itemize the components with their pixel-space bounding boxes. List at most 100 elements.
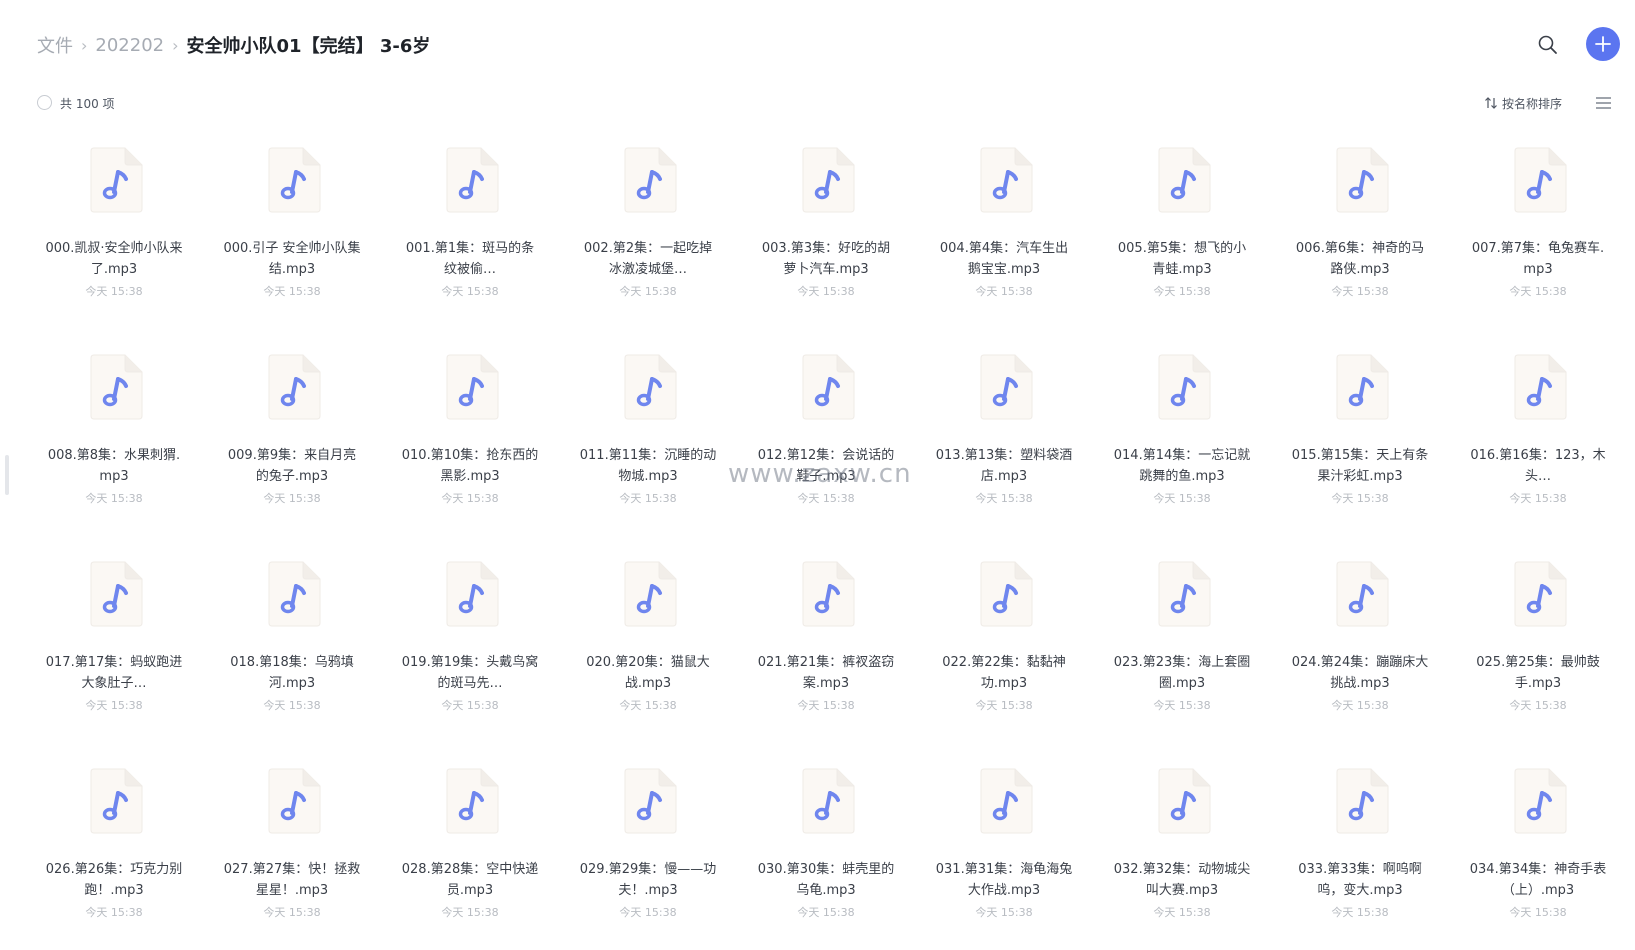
file-modified-time: 今天 15:38 xyxy=(441,906,499,919)
search-icon xyxy=(1538,35,1557,54)
file-item-23[interactable]: 022.第22集：黏黏神功.mp3 今天 15:38 xyxy=(915,549,1093,756)
music-note-icon xyxy=(1514,561,1567,627)
plus-icon xyxy=(1595,36,1611,52)
file-name: 033.第33集：啊呜啊呜，变大.mp3 xyxy=(1298,862,1422,898)
file-item-12[interactable]: 011.第11集：沉睡的动物城.mp3 今天 15:38 xyxy=(559,342,737,549)
file-name: 034.第34集：神奇手表（上）.mp3 xyxy=(1469,862,1607,898)
file-name: 021.第21集：裤衩盗窃案.mp3 xyxy=(757,655,895,691)
file-item-4[interactable]: 003.第3集：好吃的胡萝卜汽车.mp3 今天 15:38 xyxy=(737,135,915,342)
file-item-19[interactable]: 018.第18集：乌鸦填河.mp3 今天 15:38 xyxy=(203,549,381,756)
breadcrumb-item-files[interactable]: 文件 xyxy=(37,32,73,58)
file-item-22[interactable]: 021.第21集：裤衩盗窃案.mp3 今天 15:38 xyxy=(737,549,915,756)
file-name: 009.第9集：来自月亮的兔子.mp3 xyxy=(227,448,357,484)
sort-by-name-button[interactable]: 按名称排序 xyxy=(1484,93,1562,113)
music-note-icon xyxy=(1158,561,1211,627)
file-modified-time: 今天 15:38 xyxy=(1153,699,1211,712)
file-modified-time: 今天 15:38 xyxy=(263,285,321,298)
file-item-15[interactable]: 014.第14集：一忘记就跳舞的鱼.mp3 今天 15:38 xyxy=(1093,342,1271,549)
file-modified-time: 今天 15:38 xyxy=(263,492,321,505)
file-item-25[interactable]: 024.第24集：蹦蹦床大挑战.mp3 今天 15:38 xyxy=(1271,549,1449,756)
music-note-icon xyxy=(446,768,499,834)
file-name: 032.第32集：动物城尖叫大赛.mp3 xyxy=(1113,862,1251,898)
file-item-35[interactable]: 034.第34集：神奇手表（上）.mp3 今天 15:38 xyxy=(1449,756,1627,950)
file-item-24[interactable]: 023.第23集：海上套圈圈.mp3 今天 15:38 xyxy=(1093,549,1271,756)
file-name: 000.凯叔·安全帅小队来了.mp3 xyxy=(45,241,183,277)
file-item-5[interactable]: 004.第4集：汽车生出鹅宝宝.mp3 今天 15:38 xyxy=(915,135,1093,342)
file-item-31[interactable]: 030.第30集：蚌壳里的乌龟.mp3 今天 15:38 xyxy=(737,756,915,950)
music-note-icon xyxy=(802,768,855,834)
file-item-14[interactable]: 013.第13集：塑料袋酒店.mp3 今天 15:38 xyxy=(915,342,1093,549)
file-name: 018.第18集：乌鸦填河.mp3 xyxy=(230,655,354,691)
search-button[interactable] xyxy=(1535,32,1561,58)
file-item-34[interactable]: 033.第33集：啊呜啊呜，变大.mp3 今天 15:38 xyxy=(1271,756,1449,950)
file-name: 030.第30集：蚌壳里的乌龟.mp3 xyxy=(757,862,895,898)
file-item-7[interactable]: 006.第6集：神奇的马路侠.mp3 今天 15:38 xyxy=(1271,135,1449,342)
file-item-1[interactable]: 000.引子 安全帅小队集结.mp3 今天 15:38 xyxy=(203,135,381,342)
file-modified-time: 今天 15:38 xyxy=(85,699,143,712)
file-name: 011.第11集：沉睡的动物城.mp3 xyxy=(579,448,717,484)
file-item-13[interactable]: 012.第12集：会说话的鞋子.mp3 今天 15:38 xyxy=(737,342,915,549)
file-modified-time: 今天 15:38 xyxy=(1331,699,1389,712)
file-modified-time: 今天 15:38 xyxy=(441,285,499,298)
file-modified-time: 今天 15:38 xyxy=(1509,906,1567,919)
file-name: 003.第3集：好吃的胡萝卜汽车.mp3 xyxy=(761,241,891,277)
music-note-icon xyxy=(1336,768,1389,834)
file-modified-time: 今天 15:38 xyxy=(1509,699,1567,712)
file-item-0[interactable]: 000.凯叔·安全帅小队来了.mp3 今天 15:38 xyxy=(25,135,203,342)
item-count-label: 共 100 项 xyxy=(60,97,115,111)
file-name: 006.第6集：神奇的马路侠.mp3 xyxy=(1295,241,1425,277)
breadcrumb: 文件 › 202202 › 安全帅小队01【完结】 3-6岁 xyxy=(37,30,430,60)
file-name: 004.第4集：汽车生出鹅宝宝.mp3 xyxy=(939,241,1069,277)
file-item-9[interactable]: 008.第8集：水果刺猬.mp3 今天 15:38 xyxy=(25,342,203,549)
music-note-icon xyxy=(1514,768,1567,834)
file-name: 028.第28集：空中快递员.mp3 xyxy=(401,862,539,898)
file-name: 031.第31集：海龟海兔大作战.mp3 xyxy=(935,862,1073,898)
file-item-17[interactable]: 016.第16集：123，木头… 今天 15:38 xyxy=(1449,342,1627,549)
breadcrumb-item-folder[interactable]: 202202 xyxy=(95,35,164,56)
music-note-icon xyxy=(1336,561,1389,627)
file-item-18[interactable]: 017.第17集：蚂蚁跑进大象肚子… 今天 15:38 xyxy=(25,549,203,756)
file-item-20[interactable]: 019.第19集：头戴鸟窝的斑马先… 今天 15:38 xyxy=(381,549,559,756)
file-modified-time: 今天 15:38 xyxy=(1331,906,1389,919)
file-modified-time: 今天 15:38 xyxy=(975,285,1033,298)
file-item-28[interactable]: 027.第27集：快！拯救星星！.mp3 今天 15:38 xyxy=(203,756,381,950)
music-note-icon xyxy=(1158,768,1211,834)
file-item-30[interactable]: 029.第29集：慢——功夫！.mp3 今天 15:38 xyxy=(559,756,737,950)
file-item-32[interactable]: 031.第31集：海龟海兔大作战.mp3 今天 15:38 xyxy=(915,756,1093,950)
file-item-29[interactable]: 028.第28集：空中快递员.mp3 今天 15:38 xyxy=(381,756,559,950)
file-name: 012.第12集：会说话的鞋子.mp3 xyxy=(757,448,895,484)
music-note-icon xyxy=(624,147,677,213)
file-modified-time: 今天 15:38 xyxy=(263,699,321,712)
file-item-26[interactable]: 025.第25集：最帅鼓手.mp3 今天 15:38 xyxy=(1449,549,1627,756)
file-item-27[interactable]: 026.第26集：巧克力别跑！.mp3 今天 15:38 xyxy=(25,756,203,950)
file-item-11[interactable]: 010.第10集：抢东西的黑影.mp3 今天 15:38 xyxy=(381,342,559,549)
header: 文件 › 202202 › 安全帅小队01【完结】 3-6岁 xyxy=(0,0,1635,88)
file-modified-time: 今天 15:38 xyxy=(1153,492,1211,505)
file-name: 000.引子 安全帅小队集结.mp3 xyxy=(223,241,361,277)
file-item-16[interactable]: 015.第15集：天上有条果汁彩虹.mp3 今天 15:38 xyxy=(1271,342,1449,549)
music-note-icon xyxy=(1336,354,1389,420)
file-item-10[interactable]: 009.第9集：来自月亮的兔子.mp3 今天 15:38 xyxy=(203,342,381,549)
file-modified-time: 今天 15:38 xyxy=(441,492,499,505)
breadcrumb-separator: › xyxy=(81,35,88,55)
file-item-21[interactable]: 020.第20集：猫鼠大战.mp3 今天 15:38 xyxy=(559,549,737,756)
music-note-icon xyxy=(1514,354,1567,420)
music-note-icon xyxy=(268,561,321,627)
music-note-icon xyxy=(1336,147,1389,213)
select-all-checkbox[interactable] xyxy=(37,95,52,110)
file-name: 027.第27集：快！拯救星星！.mp3 xyxy=(223,862,361,898)
breadcrumb-separator: › xyxy=(172,35,179,55)
file-item-33[interactable]: 032.第32集：动物城尖叫大赛.mp3 今天 15:38 xyxy=(1093,756,1271,950)
file-item-6[interactable]: 005.第5集：想飞的小青蛙.mp3 今天 15:38 xyxy=(1093,135,1271,342)
add-button[interactable] xyxy=(1586,27,1620,61)
file-modified-time: 今天 15:38 xyxy=(85,285,143,298)
music-note-icon xyxy=(802,561,855,627)
music-note-icon xyxy=(624,768,677,834)
scroll-handle[interactable] xyxy=(5,455,9,495)
file-item-2[interactable]: 001.第1集：斑马的条纹被偷… 今天 15:38 xyxy=(381,135,559,342)
file-modified-time: 今天 15:38 xyxy=(1153,285,1211,298)
music-note-icon xyxy=(1514,147,1567,213)
view-toggle-button[interactable] xyxy=(1595,95,1612,111)
file-item-8[interactable]: 007.第7集：龟兔赛车.mp3 今天 15:38 xyxy=(1449,135,1627,342)
file-item-3[interactable]: 002.第2集：一起吃掉冰激凌城堡… 今天 15:38 xyxy=(559,135,737,342)
